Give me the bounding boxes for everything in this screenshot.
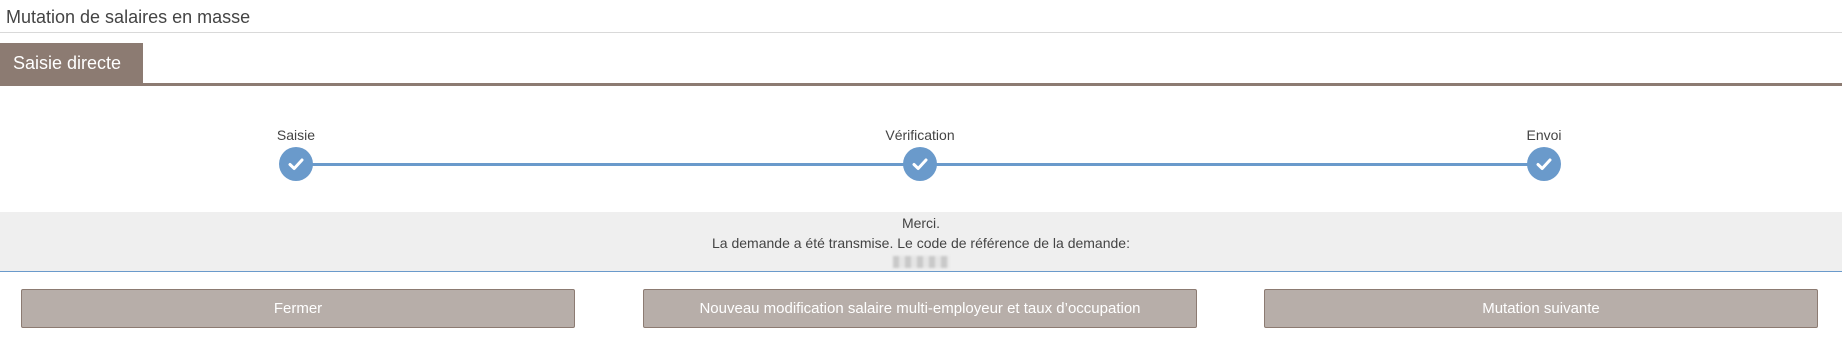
next-mutation-button[interactable]: Mutation suivante <box>1264 289 1818 328</box>
step-label: Envoi <box>1526 127 1562 143</box>
step-label: Saisie <box>276 127 316 143</box>
transmission-text: La demande a été transmise. Le code de r… <box>712 235 1130 251</box>
new-modification-button[interactable]: Nouveau modification salaire multi-emplo… <box>643 289 1197 328</box>
step-label: Vérification <box>885 127 955 143</box>
step-verification: Vérification <box>840 127 1000 181</box>
check-icon <box>288 158 304 170</box>
tab-underline <box>0 83 1842 86</box>
confirmation-message: Merci. La demande a été transmise. Le co… <box>0 212 1842 272</box>
step-connector <box>920 163 1544 166</box>
title-divider <box>0 32 1842 33</box>
step-indicator <box>903 147 937 181</box>
close-button[interactable]: Fermer <box>21 289 575 328</box>
reference-code-redacted <box>893 256 949 268</box>
step-indicator <box>279 147 313 181</box>
step-saisie: Saisie <box>216 127 376 181</box>
page-title: Mutation de salaires en masse <box>6 7 251 27</box>
tab-saisie-directe[interactable]: Saisie directe <box>0 43 143 83</box>
check-icon <box>912 158 928 170</box>
step-indicator <box>1527 147 1561 181</box>
check-icon <box>1536 158 1552 170</box>
thank-you-text: Merci. <box>901 215 941 231</box>
step-connector <box>296 163 920 166</box>
step-envoi: Envoi <box>1464 127 1624 181</box>
page: Mutation de salaires en masse Saisie dir… <box>0 0 1842 348</box>
